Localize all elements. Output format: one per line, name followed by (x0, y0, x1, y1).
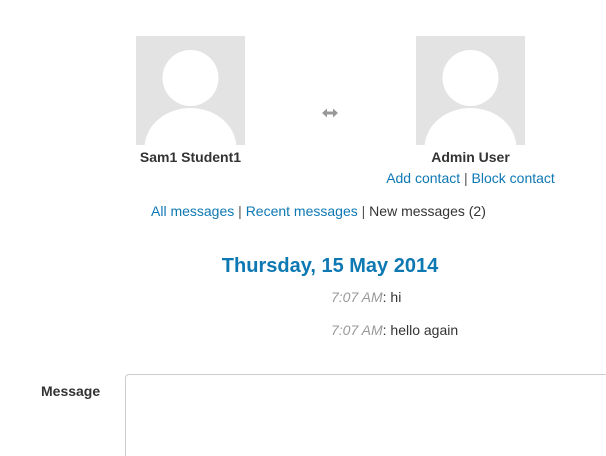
sender-avatar (136, 36, 245, 145)
sender-name: Sam1 Student1 (139, 149, 242, 165)
recipient-name: Admin User (431, 149, 510, 165)
sender-card: Sam1 Student1 (136, 36, 245, 165)
date-heading: Thursday, 15 May 2014 (221, 255, 439, 277)
default-user-avatar-icon (144, 50, 237, 145)
default-user-avatar-icon (424, 50, 517, 145)
message-item: 7:07 AM: hi (331, 288, 401, 306)
all-messages-link[interactable]: All messages (151, 203, 234, 219)
new-messages-current: New messages (2) (369, 203, 486, 219)
recipient-avatar (416, 36, 525, 145)
message-text: : hello again (382, 322, 459, 338)
recent-messages-link[interactable]: Recent messages (246, 203, 358, 219)
message-label: Message (41, 383, 101, 399)
recipient-card: Admin User Add contact | Block contact (385, 36, 556, 187)
message-time: 7:07 AM (331, 322, 383, 338)
block-contact-link[interactable]: Block contact (472, 170, 555, 186)
contact-actions: Add contact | Block contact (385, 169, 556, 187)
separator: | (361, 203, 366, 219)
message-view-links: All messages | Recent messages | New mes… (151, 202, 486, 220)
left-right-arrow-icon (322, 108, 338, 118)
message-item: 7:07 AM: hello again (331, 321, 458, 339)
message-time: 7:07 AM (331, 289, 383, 305)
messaging-page: Sam1 Student1 Admin User Add contact | B… (0, 0, 606, 456)
message-input[interactable] (125, 374, 606, 456)
message-text: : hi (382, 289, 402, 305)
separator: | (464, 170, 468, 186)
separator: | (238, 203, 242, 219)
add-contact-link[interactable]: Add contact (386, 170, 460, 186)
